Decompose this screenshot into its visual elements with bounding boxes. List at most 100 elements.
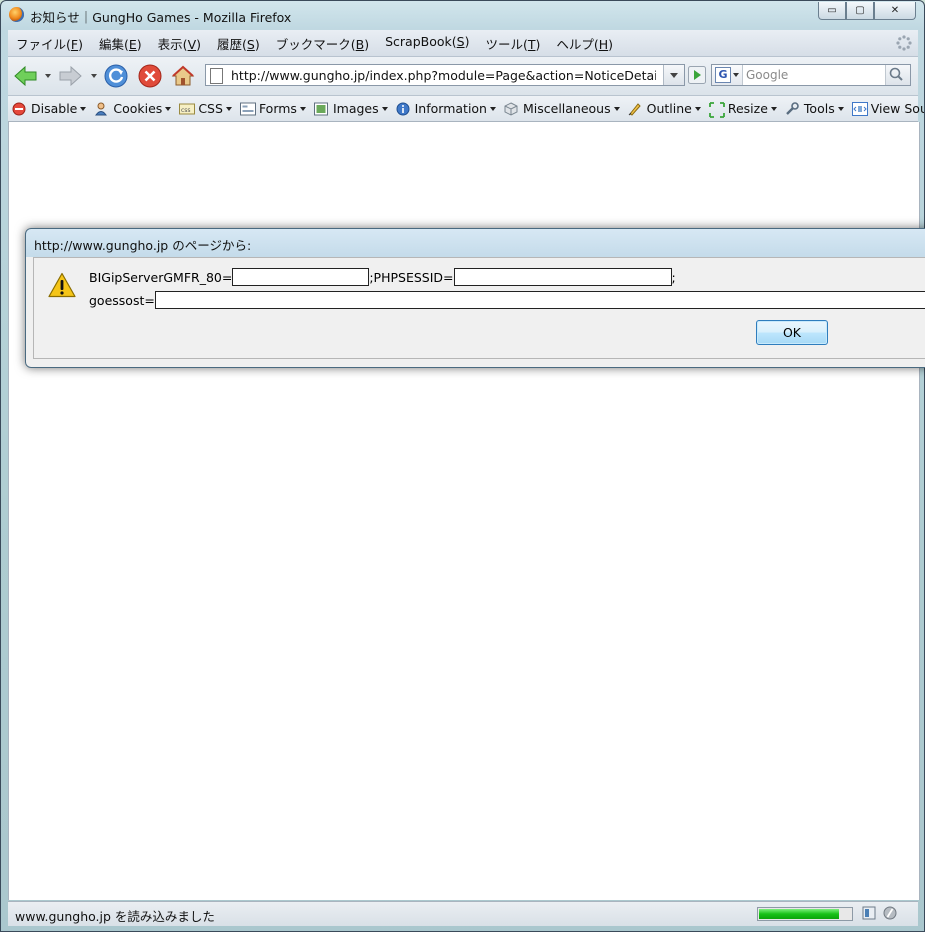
devbar-item-css[interactable]: css CSS: [175, 101, 236, 116]
minimize-button[interactable]: ▭: [818, 2, 846, 20]
chevron-down-icon: [165, 106, 172, 111]
separator: ;: [671, 269, 676, 285]
menu-item-5[interactable]: ScrapBook(S): [377, 34, 477, 53]
dialog-message-line2: goessost=: [89, 289, 925, 311]
title-bar: お知らせ｜GungHo Games - Mozilla Firefox ▭ ▢ …: [1, 1, 924, 29]
devbar-item-resize[interactable]: Resize: [705, 101, 781, 118]
maximize-button[interactable]: ▢: [846, 2, 874, 20]
devbar-item-images[interactable]: Images: [310, 101, 392, 116]
menu-item-tail: ): [535, 36, 541, 52]
chevron-down-icon: [80, 106, 87, 111]
outline-icon: [628, 102, 642, 116]
menu-item-accesskey: H: [598, 36, 609, 52]
information-icon: [396, 102, 410, 116]
forward-button[interactable]: [56, 62, 84, 90]
throbber-icon: [896, 35, 912, 51]
redacted-goessost-value: [154, 291, 925, 309]
menu-item-tail: ): [136, 36, 142, 52]
navigation-toolbar: http://www.gungho.jp/index.php?module=Pa…: [8, 57, 918, 96]
devbar-item-label: Images: [332, 101, 379, 116]
url-input[interactable]: http://www.gungho.jp/index.php?module=Pa…: [231, 68, 656, 83]
resize-icon: [708, 101, 725, 118]
devbar-item-label: Information: [414, 101, 487, 116]
devbar-item-information[interactable]: Information: [392, 101, 500, 116]
search-engine-selector[interactable]: G: [712, 65, 743, 85]
menu-item-label: ヘルプ(: [556, 36, 599, 52]
dialog-message-line1: BIGipServerGMFR_80= ; PHPSESSID= ;: [89, 266, 676, 288]
chevron-down-icon: [489, 106, 496, 111]
devbar-item-disable[interactable]: Disable: [8, 101, 90, 116]
devbar-item-cookies[interactable]: Cookies: [90, 101, 175, 116]
ok-button[interactable]: OK: [756, 320, 828, 345]
devbar-item-label: View Source: [870, 101, 924, 116]
web-developer-toolbar: Disable Cookies css CSS Forms Images Informati…: [8, 96, 924, 122]
firefox-logo-icon: [9, 7, 24, 22]
home-button[interactable]: [169, 62, 197, 90]
menu-item-0[interactable]: ファイル(F): [8, 34, 91, 53]
devbar-item-label: Resize: [727, 101, 768, 116]
home-icon: [171, 65, 195, 86]
close-button[interactable]: ✕: [874, 2, 916, 20]
menu-item-label: 履歴(: [217, 36, 247, 52]
sidebar-toggle-icon[interactable]: [862, 906, 876, 920]
reload-icon: [104, 64, 128, 88]
menu-item-6[interactable]: ツール(T): [477, 34, 548, 53]
devbar-item-label: Disable: [31, 101, 78, 116]
devbar-item-tools[interactable]: Tools: [781, 101, 848, 116]
url-bar[interactable]: http://www.gungho.jp/index.php?module=Pa…: [205, 64, 685, 86]
menu-item-7[interactable]: ヘルプ(H): [548, 34, 621, 53]
status-bar: www.gungho.jp を読み込みました: [8, 901, 918, 926]
chevron-down-icon: [694, 106, 701, 111]
images-icon: [313, 102, 328, 116]
back-arrow-icon: [14, 66, 37, 86]
devbar-item-label: Miscellaneous: [522, 101, 611, 116]
page-icon: [210, 68, 223, 84]
window-controls: ▭ ▢ ✕: [818, 2, 916, 20]
devbar-item-label: Cookies: [113, 101, 163, 116]
menu-item-3[interactable]: 履歴(S): [209, 34, 268, 53]
alert-dialog: http://www.gungho.jp のページから: BIGipServer…: [25, 228, 925, 368]
disabled-extension-icon[interactable]: [883, 906, 897, 920]
miscellaneous-icon: [504, 101, 518, 116]
menu-item-label: ScrapBook(: [385, 33, 457, 49]
stop-button[interactable]: [136, 62, 164, 90]
close-icon: ✕: [890, 5, 900, 16]
progress-bar: [757, 907, 853, 921]
devbar-item-outline[interactable]: Outline: [624, 101, 705, 116]
menu-item-accesskey: S: [246, 36, 255, 52]
menu-list: ファイル(F) 編集(E) 表示(V) 履歴(S) ブックマーク(B) ScrapBook…: [8, 34, 621, 53]
menu-item-4[interactable]: ブックマーク(B): [268, 34, 377, 53]
redacted-phpsessid-value: [453, 268, 672, 286]
reload-button[interactable]: [102, 62, 130, 90]
url-history-dropdown[interactable]: [663, 65, 684, 85]
chevron-down-icon: [299, 106, 306, 111]
search-button[interactable]: [885, 65, 910, 85]
menu-item-accesskey: V: [187, 36, 197, 52]
menu-item-1[interactable]: 編集(E): [91, 34, 150, 53]
search-box[interactable]: G Google: [711, 64, 911, 86]
menu-item-label: 編集(: [98, 36, 129, 52]
chevron-down-icon: [381, 106, 388, 111]
menu-item-accesskey: B: [355, 36, 365, 52]
stop-icon: [138, 64, 162, 88]
devbar-item-view-source[interactable]: View Source: [848, 101, 924, 116]
maximize-icon: ▢: [855, 5, 865, 16]
menu-item-2[interactable]: 表示(V): [150, 34, 209, 53]
forms-icon: [239, 102, 256, 116]
cookies-icon: [94, 102, 108, 116]
menu-item-label: 表示(: [157, 36, 188, 52]
back-button[interactable]: [12, 62, 40, 90]
forward-history-dropdown[interactable]: [91, 74, 97, 78]
tools-icon: [785, 101, 799, 116]
chevron-down-icon: [770, 106, 777, 111]
go-button[interactable]: [688, 66, 706, 84]
chevron-down-icon: [837, 106, 844, 111]
menu-item-tail: ): [196, 36, 202, 52]
devbar-item-forms[interactable]: Forms: [236, 101, 310, 116]
browser-window: お知らせ｜GungHo Games - Mozilla Firefox ▭ ▢ …: [0, 0, 925, 932]
back-history-dropdown[interactable]: [45, 74, 51, 78]
devbar-item-miscellaneous[interactable]: Miscellaneous: [500, 101, 624, 116]
devbar-item-label: Tools: [803, 101, 835, 116]
svg-text:css: css: [181, 107, 191, 114]
search-input[interactable]: Google: [746, 68, 788, 82]
